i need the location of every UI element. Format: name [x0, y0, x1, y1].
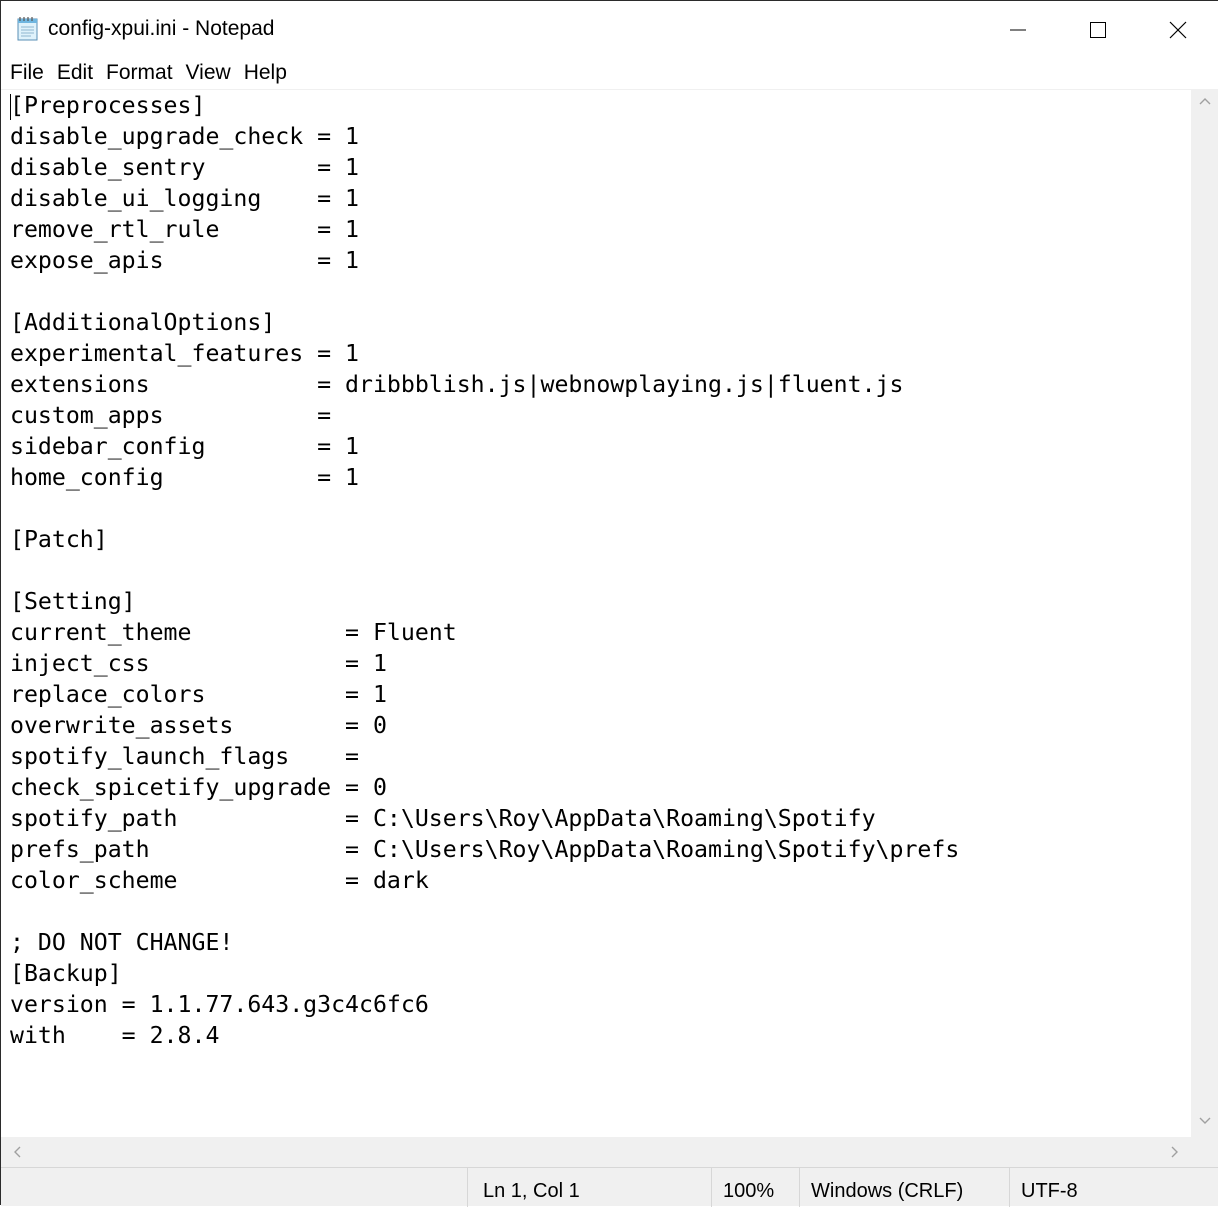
vertical-scrollbar[interactable] [1191, 89, 1218, 1137]
minimize-button[interactable] [978, 1, 1058, 59]
scroll-left-icon[interactable] [11, 1145, 25, 1159]
editor-content[interactable]: [Preprocesses] disable_upgrade_check = 1… [10, 90, 959, 1051]
minimize-icon [1010, 29, 1026, 31]
close-button[interactable] [1138, 1, 1218, 59]
window-title: config-xpui.ini - Notepad [48, 17, 275, 40]
status-cursor-position: Ln 1, Col 1 [467, 1168, 711, 1207]
menu-bar: File Edit Format View Help [1, 59, 1218, 89]
horizontal-scrollbar[interactable] [1, 1137, 1191, 1167]
notepad-window: config-xpui.ini - Notepad File Edit Form… [0, 0, 1218, 1207]
scroll-up-icon[interactable] [1198, 95, 1212, 109]
maximize-button[interactable] [1058, 1, 1138, 59]
status-bar: Ln 1, Col 1 100% Windows (CRLF) UTF-8 [1, 1167, 1218, 1207]
status-zoom: 100% [711, 1168, 799, 1207]
maximize-icon [1090, 22, 1106, 38]
menu-edit[interactable]: Edit [51, 59, 100, 87]
scroll-down-icon[interactable] [1198, 1113, 1212, 1127]
scrollbar-corner [1191, 1137, 1218, 1167]
scroll-right-icon[interactable] [1167, 1145, 1181, 1159]
notepad-icon [15, 16, 41, 42]
menu-view[interactable]: View [180, 59, 238, 87]
text-editor[interactable]: [Preprocesses] disable_upgrade_check = 1… [1, 89, 1191, 1138]
title-bar[interactable]: config-xpui.ini - Notepad [1, 1, 1218, 59]
close-icon [1169, 21, 1187, 39]
menu-format[interactable]: Format [100, 59, 180, 87]
menu-help[interactable]: Help [238, 59, 294, 87]
status-line-ending: Windows (CRLF) [799, 1168, 1009, 1207]
text-caret [10, 94, 11, 120]
status-encoding: UTF-8 [1009, 1168, 1218, 1207]
menu-file[interactable]: File [1, 59, 51, 87]
